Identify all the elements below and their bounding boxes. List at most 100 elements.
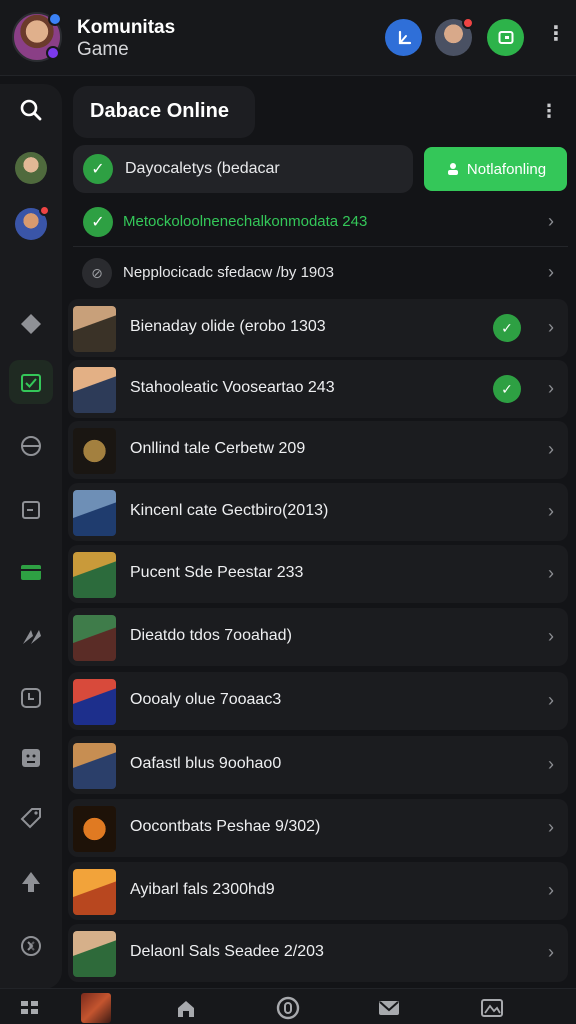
nav-arrow-button[interactable] [385, 19, 422, 56]
user-plus-icon [447, 163, 458, 175]
chevron-right-icon: › [548, 880, 554, 900]
game-thumbnail [73, 552, 116, 598]
sidebar-item-document[interactable] [9, 488, 53, 532]
clock-icon [21, 688, 41, 708]
game-thumbnail [73, 931, 116, 977]
game-row[interactable]: Oafastl blus 9oohao0 › [68, 736, 568, 794]
chevron-right-icon: › [548, 501, 554, 521]
sidebar-item-leaf[interactable] [9, 860, 53, 904]
tag-icon [20, 808, 41, 829]
sidebar-search[interactable] [9, 88, 53, 132]
sidebar-item-face[interactable] [9, 736, 53, 780]
verified-check-icon: ✓ [493, 314, 521, 342]
game-row[interactable]: Ayibarl fals 2300hd9 › [68, 862, 568, 920]
game-title: Ayibarl fals 2300hd9 [130, 881, 275, 898]
friend-avatar-notified [15, 205, 50, 240]
chevron-right-icon: › [548, 563, 554, 583]
verified-check-icon: ✓ [493, 375, 521, 403]
page-title: Dabace Online [90, 100, 229, 122]
info-row-verified[interactable]: ✓ Metockoloolnenechalkonmodata 243 › [73, 197, 568, 247]
sidebar-friend-1[interactable] [9, 146, 53, 190]
info-row-text: Nepplocicadc sfedacw /by 1903 [123, 264, 334, 281]
game-title: Bienaday olide (erobo 1303 [130, 318, 326, 335]
notification-dot-icon [39, 205, 50, 216]
sidebar-friend-2[interactable] [9, 202, 53, 246]
status-text: Dayocaletys (bedacar [125, 160, 280, 177]
diamond-icon [21, 314, 41, 334]
info-row-text: Metockoloolnenechalkonmodata 243 [123, 213, 368, 230]
nav-arrow-icon [398, 30, 411, 44]
notification-dot-icon [462, 17, 474, 29]
game-title: Delaonl Sals Seadee 2/203 [130, 943, 324, 960]
sidebar-item-calendar[interactable] [9, 360, 53, 404]
game-title: Pucent Sde Peestar 233 [130, 564, 304, 581]
sidebar-item-sword[interactable] [9, 614, 53, 658]
sword-icon [23, 630, 41, 644]
page-more-icon[interactable]: ⋮ [540, 102, 558, 120]
community-avatar[interactable] [12, 12, 62, 62]
leaf-icon [22, 872, 40, 892]
mail-icon [379, 1001, 399, 1015]
game-thumb-icon [81, 993, 111, 1023]
friend-avatar [15, 152, 47, 184]
game-title: Kincenl cate Gectbiro(2013) [130, 502, 329, 519]
screen-icon [498, 30, 513, 44]
game-row[interactable]: Kincenl cate Gectbiro(2013) › [68, 483, 568, 541]
tab-mail[interactable] [373, 993, 405, 1023]
game-row[interactable]: Pucent Sde Peestar 233 › [68, 545, 568, 603]
notify-button[interactable]: Notlafonling [424, 147, 567, 191]
tab-image[interactable] [476, 993, 508, 1023]
profile-avatar-button[interactable] [435, 17, 474, 56]
sidebar-item-globe[interactable] [9, 424, 53, 468]
game-row[interactable]: Dieatdo tdos 7ooahad) › [68, 608, 568, 666]
header-more-icon[interactable]: ⋮ [546, 24, 566, 44]
game-row[interactable]: Oooaly olue 7ooaac3 › [68, 672, 568, 730]
app-title: Komunitas [77, 17, 176, 38]
sidebar-item-chest[interactable] [9, 550, 53, 594]
sidebar-item-diamond[interactable] [9, 302, 53, 346]
grid-icon [21, 1001, 38, 1014]
game-title: Oooaly olue 7ooaac3 [130, 691, 282, 708]
check-icon: ✓ [83, 154, 113, 184]
game-thumbnail [73, 306, 116, 352]
screen-button[interactable] [487, 19, 524, 56]
chevron-right-icon: › [548, 626, 554, 646]
sidebar-item-swap[interactable] [9, 924, 53, 968]
chevron-right-icon: › [548, 378, 554, 398]
app-header: Komunitas Game ⋮ [0, 0, 576, 76]
game-title: Oafastl blus 9oohao0 [130, 755, 282, 772]
swap-icon [21, 936, 41, 956]
game-row[interactable]: Stahooleatic Vooseartao 243 ✓ › [68, 360, 568, 418]
search-icon [20, 99, 42, 121]
tab-zero[interactable] [272, 993, 304, 1023]
info-row-pending[interactable]: ⊘ Nepplocicadc sfedacw /by 1903 › [73, 248, 568, 298]
status-row[interactable]: ✓ Dayocaletys (bedacar [73, 145, 413, 193]
left-sidebar [0, 84, 62, 989]
sidebar-item-tag[interactable] [9, 796, 53, 840]
chevron-right-icon: › [548, 211, 554, 231]
home-icon [178, 1001, 194, 1017]
game-title: Onllind tale Cerbetw 209 [130, 440, 306, 457]
chest-icon [21, 565, 41, 580]
game-row[interactable]: Delaonl Sals Seadee 2/203 › [68, 924, 568, 982]
game-thumbnail [73, 490, 116, 536]
location-badge-icon [48, 12, 62, 26]
sidebar-item-clock[interactable] [9, 676, 53, 720]
chevron-right-icon: › [548, 942, 554, 962]
chevron-right-icon: › [548, 262, 554, 282]
globe-icon [21, 436, 41, 456]
chevron-right-icon: › [548, 317, 554, 337]
game-row[interactable]: Oocontbats Peshae 9/302) › [68, 799, 568, 857]
app-subtitle: Game [77, 39, 129, 60]
game-thumbnail [73, 806, 116, 852]
game-row[interactable]: Bienaday olide (erobo 1303 ✓ › [68, 299, 568, 357]
game-thumbnail [73, 743, 116, 789]
status-badge-icon [46, 46, 60, 60]
document-icon [22, 501, 40, 519]
tab-home[interactable] [170, 993, 202, 1023]
tab-game[interactable] [80, 993, 112, 1023]
chevron-right-icon: › [548, 817, 554, 837]
zero-circle-icon [276, 996, 300, 1020]
game-row[interactable]: Onllind tale Cerbetw 209 › [68, 421, 568, 479]
tab-grid[interactable] [14, 993, 46, 1023]
